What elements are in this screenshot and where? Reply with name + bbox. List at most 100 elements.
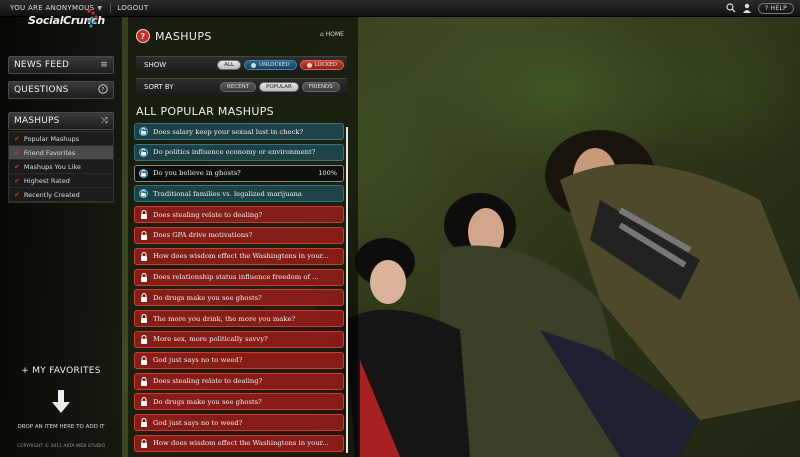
copyright-text: COPYRIGHT © 2011 AKTA WEB STUDIO	[17, 444, 105, 449]
nav-news-feed[interactable]: NEWS FEED ≡	[8, 56, 114, 74]
lock-icon	[139, 293, 148, 303]
lock-icon	[139, 231, 148, 240]
mashup-row-text: Do politics influence economy or environ…	[153, 148, 316, 157]
mashup-list: Does salary keep your sexual lust in che…	[134, 123, 344, 456]
mashup-row-text: God just says no to weed?	[153, 356, 243, 365]
submenu-item-highest-rated[interactable]: ✔ Highest Rated	[9, 174, 113, 188]
lock-icon	[139, 210, 148, 220]
filter-locked-label: LOCKED	[314, 62, 337, 68]
unlock-icon	[139, 168, 148, 178]
lock-icon	[139, 418, 148, 428]
search-icon[interactable]	[726, 3, 736, 13]
unlock-icon	[139, 147, 148, 157]
lock-icon	[139, 397, 148, 407]
lock-icon	[306, 62, 312, 68]
user-icon[interactable]	[742, 3, 752, 13]
show-filter-bar: SHOW ALL UNLOCKED LOCKED	[136, 56, 347, 73]
logout-link[interactable]: LOGOUT	[117, 4, 148, 12]
nav-questions[interactable]: QUESTIONS ?	[8, 81, 114, 99]
help-icon: ?	[764, 4, 769, 12]
list-title: ALL POPULAR MASHUPS	[136, 105, 274, 118]
mashup-row-text: The more you drink, the more you make?	[153, 314, 296, 323]
filter-all-button[interactable]: ALL	[217, 60, 242, 70]
submenu-item-friend-favorites[interactable]: ✔ Friend Favorites	[9, 146, 113, 160]
mashups-submenu: ✔ Popular Mashups ✔ Friend Favorites ✔ M…	[8, 131, 114, 203]
lock-icon	[139, 272, 148, 282]
submenu-item-mashups-you-like[interactable]: ✔ Mashups You Like	[9, 160, 113, 174]
mashup-row[interactable]: The more you drink, the more you make?	[134, 310, 344, 328]
nav-mashups-label: MASHUPS	[14, 116, 60, 126]
show-label: SHOW	[144, 61, 167, 69]
mashup-row-text: Do drugs make you see ghosts?	[153, 293, 262, 302]
home-link[interactable]: ⌂ HOME	[320, 31, 344, 38]
help-label: HELP	[770, 4, 787, 12]
mashup-row[interactable]: Does stealing relate to dealing?	[134, 206, 344, 224]
lock-icon	[139, 314, 148, 324]
check-icon: ✔	[14, 134, 20, 143]
page-title: ? MASHUPS	[136, 29, 212, 43]
mashup-row[interactable]: Do drugs make you see ghosts?	[134, 289, 344, 307]
submenu-item-label: Mashups You Like	[23, 162, 81, 171]
unlock-icon	[139, 127, 148, 136]
mashup-row-text: Does GPA drive motivations?	[153, 231, 253, 240]
page-title-text: MASHUPS	[155, 29, 212, 43]
mashup-row-text: Do you believe in ghosts?	[153, 169, 241, 178]
favorites-drop-zone[interactable]: DROP AN ITEM HERE TO ADD IT	[0, 424, 122, 430]
mashup-row-text: Does stealing relate to dealing?	[153, 210, 263, 219]
submenu-item-label: Recently Created	[23, 190, 80, 199]
mashup-row-text: Do drugs make you see ghosts?	[153, 397, 262, 406]
sort-recent-button[interactable]: RECENT	[220, 82, 257, 92]
mashup-row-text: God just says no to weed?	[153, 418, 243, 427]
mashup-row[interactable]: Do drugs make you see ghosts?	[134, 393, 344, 411]
submenu-item-label: Highest Rated	[23, 176, 70, 185]
mashup-row[interactable]: Does GPA drive motivations?	[134, 226, 344, 244]
shuffle-icon: ⤨	[100, 116, 108, 126]
my-favorites-header[interactable]: + MY FAVORITES	[8, 366, 114, 376]
sort-recent-label: RECENT	[227, 84, 250, 90]
filter-locked-button[interactable]: LOCKED	[299, 60, 344, 70]
submenu-item-label: Popular Mashups	[23, 134, 80, 143]
list-scrollbar[interactable]	[346, 127, 348, 453]
mashup-row[interactable]: Do politics influence economy or environ…	[134, 143, 344, 161]
unlock-icon	[139, 189, 148, 199]
mashup-row[interactable]: More sex, more politically savvy?	[134, 330, 344, 348]
mashup-row-text: More sex, more politically savvy?	[153, 335, 268, 344]
mashup-row[interactable]: How does wisdom effect the Washingtons i…	[134, 434, 344, 452]
lock-icon	[139, 376, 148, 386]
check-icon: ✔	[14, 162, 20, 171]
lock-icon	[139, 334, 148, 344]
lock-icon	[139, 438, 148, 448]
mashup-row-percent: 100%	[318, 169, 337, 178]
sort-label: SORT BY	[144, 83, 174, 91]
submenu-item-popular-mashups[interactable]: ✔ Popular Mashups	[9, 132, 113, 146]
filter-unlocked-label: UNLOCKED	[259, 62, 290, 68]
filter-all-label: ALL	[224, 62, 235, 68]
question-icon: ?	[136, 29, 150, 43]
mashup-row[interactable]: Does relationship status influence freed…	[134, 268, 344, 286]
nav-questions-label: QUESTIONS	[14, 85, 69, 95]
check-icon: ✔	[14, 190, 20, 199]
user-menu[interactable]: YOU ARE ANONYMOUS	[10, 4, 94, 12]
mashup-row[interactable]: Does stealing relate to dealing?	[134, 372, 344, 390]
mashup-row-text: Does salary keep your sexual lust in che…	[153, 127, 304, 136]
filter-unlocked-button[interactable]: UNLOCKED	[244, 60, 297, 70]
check-icon: ✔	[14, 176, 20, 185]
lock-icon	[139, 251, 148, 261]
sort-friends-button[interactable]: FRIENDS	[301, 82, 340, 92]
mashup-row[interactable]: Does salary keep your sexual lust in che…	[134, 123, 344, 140]
sort-popular-button[interactable]: POPULAR	[259, 82, 299, 92]
mashup-row[interactable]: How does wisdom effect the Washingtons i…	[134, 247, 344, 265]
check-icon: ✔	[14, 148, 20, 157]
mashup-row[interactable]: Do you believe in ghosts? 100%	[134, 164, 344, 182]
mashup-row[interactable]: God just says no to weed?	[134, 351, 344, 369]
svg-text:?: ?	[101, 86, 104, 93]
mashup-row[interactable]: Traditional families vs. legalized marij…	[134, 185, 344, 203]
mashup-row[interactable]: God just says no to weed?	[134, 414, 344, 432]
sort-popular-label: POPULAR	[266, 84, 292, 90]
sort-filter-bar: SORT BY RECENT POPULAR FRIENDS	[136, 78, 347, 95]
nav-mashups[interactable]: MASHUPS ⤨	[8, 112, 114, 130]
divider	[110, 3, 112, 13]
submenu-item-recently-created[interactable]: ✔ Recently Created	[9, 188, 113, 202]
help-button[interactable]: ? HELP	[757, 2, 794, 14]
sort-friends-label: FRIENDS	[308, 84, 333, 90]
